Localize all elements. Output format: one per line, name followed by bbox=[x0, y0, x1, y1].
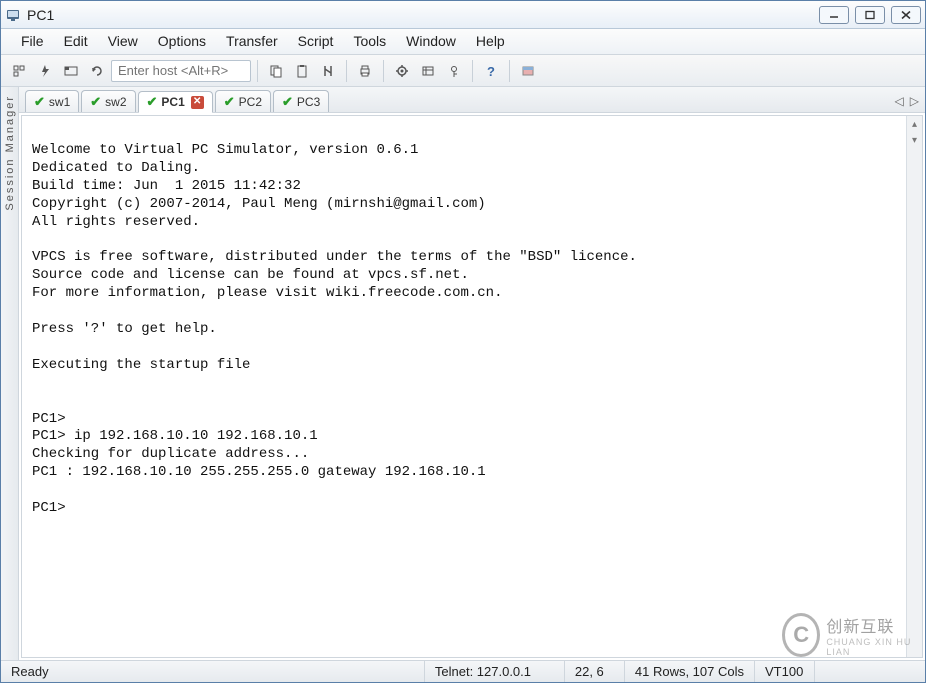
scrollbar[interactable]: ▴ ▾ bbox=[906, 116, 922, 657]
find-icon[interactable] bbox=[316, 59, 340, 83]
tab-nav: ◁ ▷ bbox=[895, 94, 919, 108]
tab-label: PC3 bbox=[297, 95, 320, 109]
status-ready: Ready bbox=[1, 661, 425, 682]
tab-pc2[interactable]: ✔ PC2 bbox=[215, 90, 271, 112]
tab-sw2[interactable]: ✔ sw2 bbox=[81, 90, 135, 112]
tab-pc3[interactable]: ✔ PC3 bbox=[273, 90, 329, 112]
title-bar: PC1 bbox=[1, 1, 925, 29]
reconnect-icon[interactable] bbox=[85, 59, 109, 83]
close-button[interactable] bbox=[891, 6, 921, 24]
check-icon: ✔ bbox=[34, 94, 45, 110]
body: Session Manager ✔ sw1 ✔ sw2 ✔ PC1 ✕ bbox=[1, 87, 925, 660]
menu-file[interactable]: File bbox=[11, 29, 54, 54]
session-manager-label: Session Manager bbox=[4, 95, 16, 211]
menu-edit[interactable]: Edit bbox=[54, 29, 98, 54]
status-bar: Ready Telnet: 127.0.0.1 22, 6 41 Rows, 1… bbox=[1, 660, 925, 682]
scroll-up-icon[interactable]: ▴ bbox=[907, 116, 922, 132]
tab-close-icon[interactable]: ✕ bbox=[191, 96, 204, 109]
toolbar: ? bbox=[1, 55, 925, 87]
menu-help[interactable]: Help bbox=[466, 29, 515, 54]
menu-window[interactable]: Window bbox=[396, 29, 466, 54]
status-connection: Telnet: 127.0.0.1 bbox=[425, 661, 565, 682]
status-size: 41 Rows, 107 Cols bbox=[625, 661, 755, 682]
tab-label: sw2 bbox=[105, 95, 126, 109]
menu-bar: File Edit View Options Transfer Script T… bbox=[1, 29, 925, 55]
menu-transfer[interactable]: Transfer bbox=[216, 29, 288, 54]
window-title: PC1 bbox=[27, 7, 54, 23]
maximize-button[interactable] bbox=[855, 6, 885, 24]
app-window: PC1 File Edit View Options Transfer Scri… bbox=[0, 0, 926, 683]
copy-icon[interactable] bbox=[264, 59, 288, 83]
tab-pc1[interactable]: ✔ PC1 ✕ bbox=[138, 91, 213, 113]
session-manager-panel[interactable]: Session Manager bbox=[1, 87, 19, 660]
session-options-icon[interactable] bbox=[390, 59, 414, 83]
scroll-down-icon[interactable]: ▾ bbox=[907, 132, 922, 148]
global-options-icon[interactable] bbox=[416, 59, 440, 83]
check-icon: ✔ bbox=[90, 94, 101, 110]
tab-label: PC1 bbox=[161, 95, 184, 109]
menu-tools[interactable]: Tools bbox=[343, 29, 396, 54]
menu-options[interactable]: Options bbox=[148, 29, 216, 54]
print-icon[interactable] bbox=[353, 59, 377, 83]
svg-text:?: ? bbox=[487, 64, 495, 78]
tab-bar: ✔ sw1 ✔ sw2 ✔ PC1 ✕ ✔ PC2 ✔ bbox=[19, 87, 925, 113]
tab-next-icon[interactable]: ▷ bbox=[910, 94, 919, 108]
status-cursor: 22, 6 bbox=[565, 661, 625, 682]
check-icon: ✔ bbox=[224, 94, 235, 110]
keymap-icon[interactable] bbox=[442, 59, 466, 83]
status-empty bbox=[815, 661, 925, 682]
toolbar-extra-icon[interactable] bbox=[516, 59, 540, 83]
app-icon bbox=[5, 7, 21, 23]
check-icon: ✔ bbox=[282, 94, 293, 110]
status-termtype: VT100 bbox=[755, 661, 815, 682]
minimize-button[interactable] bbox=[819, 6, 849, 24]
menu-script[interactable]: Script bbox=[288, 29, 344, 54]
tab-label: PC2 bbox=[239, 95, 262, 109]
session-manager-icon[interactable] bbox=[7, 59, 31, 83]
menu-view[interactable]: View bbox=[98, 29, 148, 54]
tab-label: sw1 bbox=[49, 95, 70, 109]
terminal[interactable]: Welcome to Virtual PC Simulator, version… bbox=[22, 116, 906, 657]
tab-sw1[interactable]: ✔ sw1 bbox=[25, 90, 79, 112]
check-icon: ✔ bbox=[147, 94, 158, 110]
connect-in-tab-icon[interactable] bbox=[59, 59, 83, 83]
host-input[interactable] bbox=[111, 60, 251, 82]
tab-prev-icon[interactable]: ◁ bbox=[895, 94, 904, 108]
quick-connect-icon[interactable] bbox=[33, 59, 57, 83]
terminal-frame: Welcome to Virtual PC Simulator, version… bbox=[21, 115, 923, 658]
paste-icon[interactable] bbox=[290, 59, 314, 83]
help-icon[interactable]: ? bbox=[479, 59, 503, 83]
